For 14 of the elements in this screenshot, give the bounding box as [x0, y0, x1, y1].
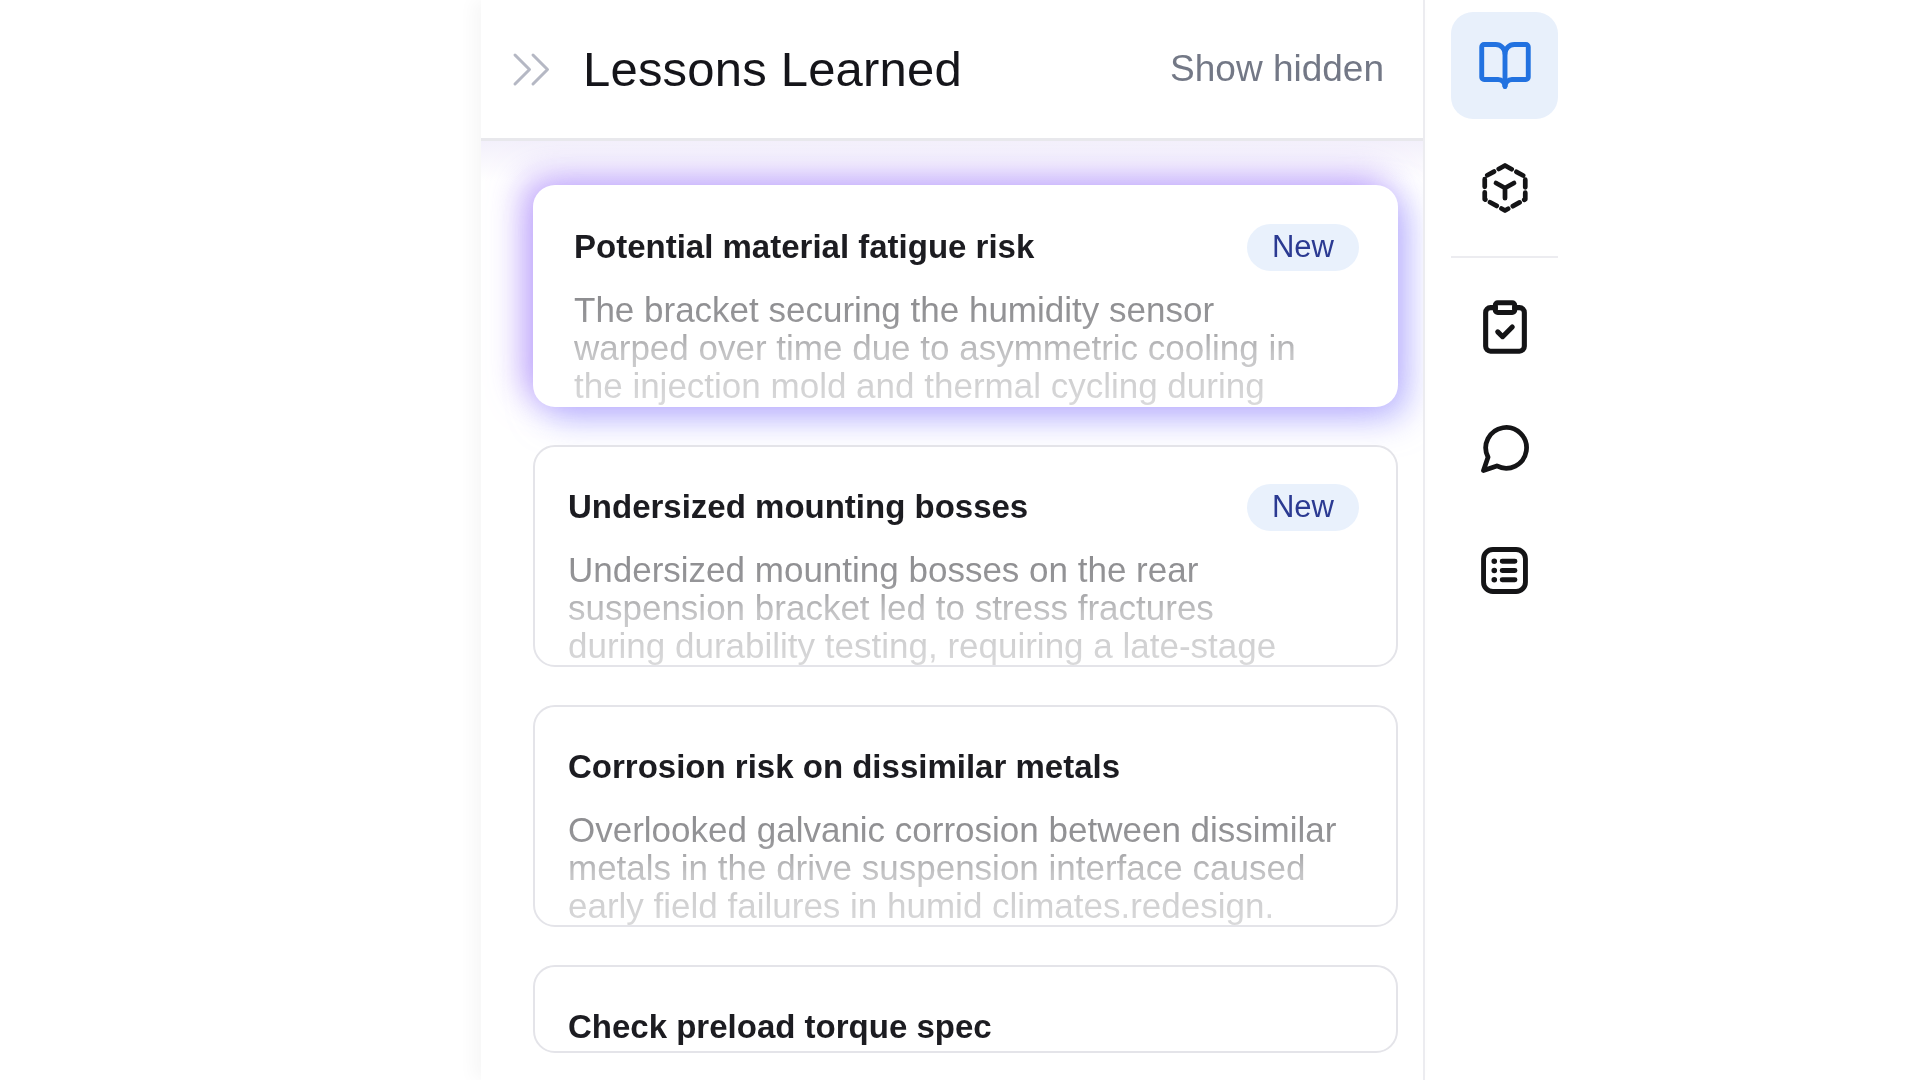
show-hidden-link[interactable]: Show hidden	[1170, 48, 1384, 90]
lesson-card[interactable]: Check preload torque spec	[533, 965, 1398, 1053]
dashed-cube-icon	[1481, 162, 1528, 213]
panel-title: Lessons Learned	[583, 41, 963, 97]
lesson-title: Corrosion risk on dissimilar metals	[568, 747, 1120, 787]
status-badge: New	[1247, 483, 1359, 531]
list-icon	[1481, 547, 1528, 594]
lesson-title: Undersized mounting bosses	[568, 487, 1029, 527]
lesson-title: Check preload torque spec	[568, 1007, 992, 1047]
clipboard-check-icon	[1482, 299, 1527, 354]
lesson-title: Potential material fatigue risk	[574, 227, 1035, 267]
book-icon	[1478, 42, 1531, 89]
status-badge: New	[1247, 223, 1359, 271]
speech-bubble-icon	[1480, 424, 1529, 473]
